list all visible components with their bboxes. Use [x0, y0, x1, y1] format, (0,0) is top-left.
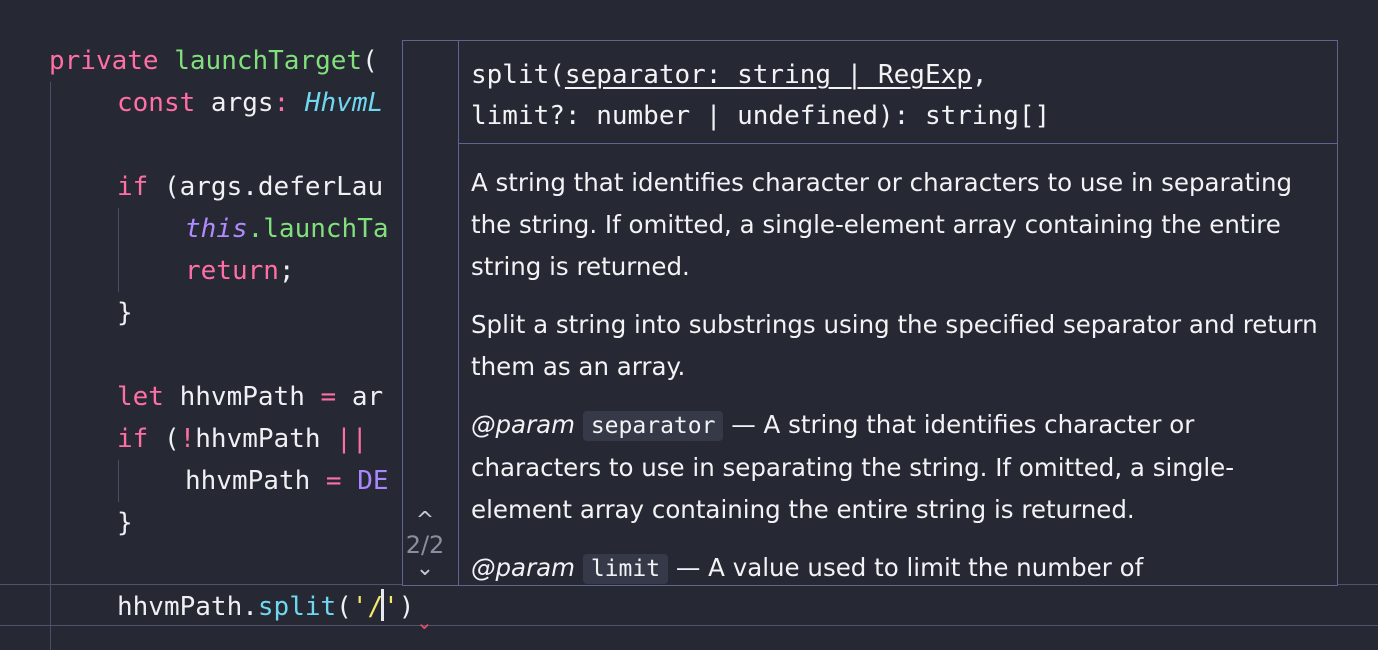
param-doc-separator: @param separator — A string that identif… — [471, 410, 1235, 524]
keyword: if — [117, 424, 149, 454]
divider — [459, 143, 1337, 144]
param-name: separator — [582, 411, 724, 441]
signature-line-2: limit?: number | undefined): string[] — [471, 101, 1051, 131]
indent-guide — [118, 208, 119, 292]
keyword: const — [117, 88, 196, 118]
documentation: A string that identifies character or ch… — [471, 162, 1321, 585]
code-line-10[interactable]: if (!hhvmPath || — [117, 418, 367, 460]
indent-guide — [118, 460, 119, 502]
function-name: launchTarget — [174, 46, 363, 76]
code-line-5[interactable]: this.launchTa — [185, 208, 389, 250]
chevron-down-icon[interactable]: ⌄ — [403, 558, 447, 580]
param-tag: @param — [471, 410, 576, 439]
constant: DE — [357, 466, 389, 496]
keyword: return — [185, 256, 279, 286]
param-description: A string that identifies character or ch… — [471, 168, 1293, 281]
signature: split(separator: string | RegExp, limit?… — [471, 60, 1051, 131]
chevron-up-icon[interactable]: ^ — [403, 510, 447, 532]
signature-function-name: split( — [471, 60, 565, 90]
indent-guide — [50, 82, 51, 650]
param-tag: @param — [471, 553, 576, 582]
param-doc-limit: @param limit — A value used to limit the… — [471, 553, 1144, 584]
code-line-11[interactable]: hhvmPath = DE — [185, 460, 389, 502]
overload-counter: 2/2 — [405, 531, 445, 559]
keyword: private — [49, 46, 159, 76]
code-line-1[interactable]: private launchTarget( — [49, 40, 378, 82]
code-line-7[interactable]: } — [117, 292, 133, 334]
keyword: if — [117, 172, 149, 202]
param-name: limit — [582, 554, 669, 584]
error-marker-icon: ⌄ — [416, 610, 433, 634]
keyword: let — [117, 382, 164, 412]
active-parameter: separator: string | RegExp — [564, 60, 972, 90]
string-literal: '/ — [351, 592, 384, 622]
code-line-2[interactable]: const args: HhvmL — [117, 82, 383, 124]
code-line-12[interactable]: } — [117, 502, 133, 544]
function-summary: Split a string into substrings using the… — [471, 310, 1318, 381]
method-name: split — [257, 592, 337, 622]
code-line-9[interactable]: let hhvmPath = ar — [117, 376, 383, 418]
code-line-6[interactable]: return; — [185, 250, 295, 292]
code-line-4[interactable]: if (args.deferLau — [117, 166, 383, 208]
type-name: HhvmL — [304, 88, 384, 118]
this-keyword: this — [185, 214, 248, 244]
overload-navigator: ^ 2/2 ⌄ — [403, 41, 459, 585]
signature-help-popup: ^ 2/2 ⌄ split(separator: string | RegExp… — [402, 40, 1338, 586]
code-line-14-current[interactable]: hhvmPath.split('/') — [117, 586, 414, 628]
